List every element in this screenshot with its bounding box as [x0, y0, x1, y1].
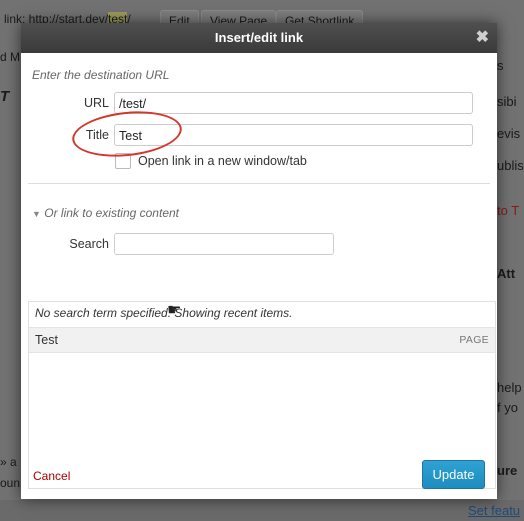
search-input[interactable] — [114, 233, 334, 255]
hand-cursor-icon: ☛ — [167, 302, 182, 319]
bg-fragment: d M — [0, 50, 21, 64]
result-type: PAGE — [459, 334, 489, 346]
dialog-title: Insert/edit link — [214, 30, 304, 45]
insert-edit-link-dialog: Insert/edit link ✖ Enter the destination… — [21, 23, 497, 499]
bg-fragment: f yo — [497, 400, 518, 415]
bg-fragment: ure — [497, 463, 518, 478]
cancel-link[interactable]: Cancel — [33, 469, 70, 483]
bg-fragment: help — [497, 380, 522, 395]
dialog-titlebar: Insert/edit link ✖ — [21, 23, 497, 53]
bg-fragment: » a — [0, 455, 17, 469]
divider — [28, 183, 490, 184]
result-item[interactable]: Test PAGE — [29, 327, 495, 353]
new-window-label: Open link in a new window/tab — [138, 154, 307, 168]
results-message: No search term specified. Showing recent… — [35, 306, 293, 320]
bg-fragment: sibi — [497, 94, 517, 109]
bg-fragment: evis — [497, 126, 521, 141]
bg-fragment: T — [0, 88, 10, 105]
triangle-down-icon: ▼ — [32, 209, 41, 219]
bg-fragment: ublis — [497, 158, 524, 173]
dialog-content: Enter the destination URL URL /test/ Tit… — [21, 53, 497, 499]
bg-fragment: s — [497, 58, 504, 73]
bg-fragment: to T — [497, 203, 520, 218]
bg-fragment: oun — [0, 476, 21, 490]
update-button[interactable]: Update — [422, 460, 485, 489]
url-input[interactable]: /test/ — [114, 92, 473, 114]
set-featured-image-link[interactable]: Set featu — [468, 503, 520, 518]
section-url-heading: Enter the destination URL — [32, 68, 170, 82]
bg-bottom-strip — [0, 500, 524, 521]
url-label: URL — [83, 96, 109, 110]
result-title: Test — [35, 333, 58, 347]
close-icon[interactable]: ✖ — [476, 23, 489, 53]
search-label: Search — [69, 237, 109, 251]
bg-fragment: Att — [497, 266, 516, 281]
section-existing-heading[interactable]: ▼ Or link to existing content — [32, 206, 179, 220]
